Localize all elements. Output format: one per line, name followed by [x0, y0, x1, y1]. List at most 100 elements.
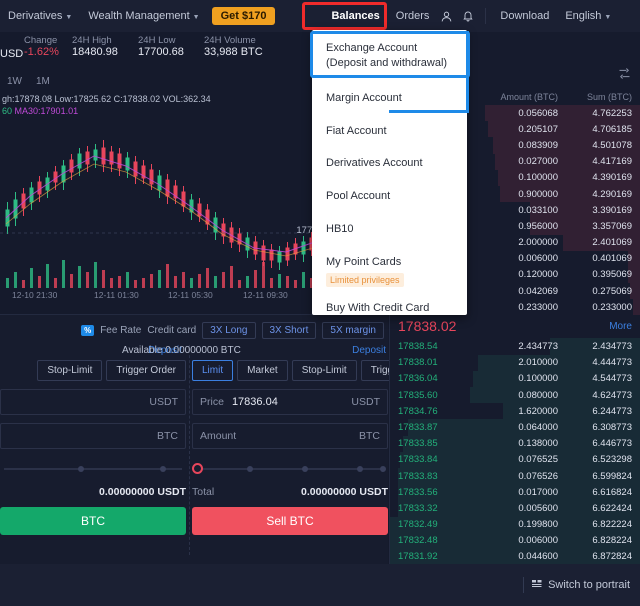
row-sum: 0.395069 — [592, 269, 632, 281]
highlight-connector-horizontal — [389, 110, 469, 113]
sell-tab-market[interactable]: Market — [237, 360, 288, 381]
slider-step-dot[interactable] — [357, 466, 363, 472]
row-amount: 0.006000 — [518, 535, 558, 547]
slider-step-dot[interactable] — [380, 466, 386, 472]
bid-row[interactable]: 17833.85 0.138000 6.446773 — [390, 435, 640, 452]
sell-amount-slider[interactable] — [192, 462, 388, 476]
highlight-connector-vertical — [466, 31, 469, 113]
row-amount: 0.120000 — [518, 269, 558, 281]
user-icon[interactable] — [435, 5, 457, 27]
chevron-down-icon: ▼ — [192, 13, 200, 21]
buy-total-row: 0.00000000 USDT — [0, 486, 186, 498]
buy-order-type-tabs: Stop-Limit Trigger Order — [0, 360, 188, 381]
row-amount: 0.138000 — [518, 438, 558, 450]
pair-quote-label: USD — [0, 48, 24, 60]
layout-switch-icon — [531, 578, 543, 593]
bid-row[interactable]: 17836.04 0.100000 4.544773 — [390, 370, 640, 387]
fee-rate-link[interactable]: Fee Rate — [100, 325, 141, 336]
row-sum: 6.616824 — [592, 486, 632, 498]
row-price: 17833.32 — [398, 502, 438, 514]
row-sum: 6.828224 — [592, 535, 632, 547]
sell-btc-button[interactable]: Sell BTC — [192, 507, 388, 535]
stat-label-change: Change — [24, 35, 58, 46]
nav-item-download[interactable]: Download — [492, 10, 557, 22]
row-price: 17834.76 — [398, 405, 438, 417]
row-amount: 0.233000 — [518, 301, 558, 313]
x-axis-tick-label: 12-11 09:30 — [243, 290, 288, 300]
sell-price-label: Price — [200, 396, 224, 408]
timeframe-1w[interactable]: 1W — [0, 76, 29, 87]
nav-item-label: Wealth Management — [88, 10, 190, 22]
buy-tab-trigger-order[interactable]: Trigger Order — [106, 360, 186, 381]
row-sum: 2.434773 — [592, 341, 632, 353]
nav-item-label: English — [565, 10, 602, 22]
row-sum: 0.401069 — [592, 253, 632, 265]
sell-price-field[interactable]: Price 17836.04 USDT — [192, 389, 388, 415]
buy-price-field[interactable]: USDT — [0, 389, 186, 415]
bid-row[interactable]: 17838.54 2.434773 2.434773 — [390, 338, 640, 355]
bid-row[interactable]: 17833.87 0.064000 6.308773 — [390, 419, 640, 436]
row-price: 17838.54 — [398, 341, 438, 353]
book-layout-icon[interactable] — [617, 66, 632, 86]
bid-row[interactable]: 17834.76 1.620000 6.244773 — [390, 403, 640, 420]
sell-tab-stop-limit[interactable]: Stop-Limit — [291, 360, 357, 381]
switch-to-portrait-button[interactable]: Switch to portrait — [531, 578, 630, 593]
row-amount: 0.076526 — [518, 470, 558, 482]
bell-icon[interactable] — [457, 5, 479, 27]
slider-step-dot[interactable] — [247, 466, 253, 472]
timeframe-1m[interactable]: 1M — [29, 76, 57, 87]
buy-price-unit: USDT — [149, 396, 178, 408]
menu-item-my-point-cards[interactable]: My Point Cards Limited privileges — [312, 246, 467, 292]
leverage-3x-short-button[interactable]: 3X Short — [261, 321, 317, 339]
menu-item-pool-account[interactable]: Pool Account — [312, 180, 467, 213]
row-amount: 0.064000 — [518, 421, 558, 433]
balances-dropdown-menu: Exchange Account (Deposit and withdrawal… — [312, 30, 467, 315]
buy-tab-stop-limit[interactable]: Stop-Limit — [37, 360, 103, 381]
bid-row[interactable]: 17838.01 2.010000 4.444773 — [390, 354, 640, 371]
bid-row[interactable]: 17832.49 0.199800 6.822224 — [390, 516, 640, 533]
nav-item-wealth-management[interactable]: Wealth Management ▼ — [80, 10, 207, 22]
slider-step-dot[interactable] — [302, 466, 308, 472]
slider-step-dot[interactable] — [78, 466, 84, 472]
buy-btc-button[interactable]: BTC — [0, 507, 186, 535]
sell-amount-field[interactable]: Amount BTC — [192, 423, 388, 449]
deposit-link-sell[interactable]: Deposit — [192, 345, 388, 356]
column-header-sum: Sum (BTC) — [587, 92, 632, 102]
buy-amount-field[interactable]: BTC — [0, 423, 186, 449]
row-sum: 6.244773 — [592, 405, 632, 417]
stat-value-24h-volume: 33,988 BTC — [204, 46, 263, 58]
menu-item-hb10[interactable]: HB10 — [312, 213, 467, 246]
nav-item-orders[interactable]: Orders — [390, 10, 436, 22]
sell-price-unit: USDT — [351, 396, 380, 408]
panel-divider — [189, 345, 190, 555]
menu-item-buy-with-credit-card[interactable]: Buy With Credit Card — [312, 292, 467, 325]
sell-tab-limit[interactable]: Limit — [192, 360, 234, 381]
menu-item-derivatives-account[interactable]: Derivatives Account — [312, 147, 467, 180]
row-amount: 2.434773 — [518, 341, 558, 353]
leverage-3x-long-button[interactable]: 3X Long — [202, 321, 256, 339]
row-sum: 4.762253 — [592, 107, 632, 119]
bid-row[interactable]: 17835.60 0.080000 4.624773 — [390, 387, 640, 404]
bid-row[interactable]: 17833.83 0.076526 6.599824 — [390, 467, 640, 485]
depth-bar — [632, 299, 640, 316]
row-amount: 0.100000 — [518, 172, 558, 184]
promo-get-bonus-button[interactable]: Get $170 — [211, 7, 276, 25]
buy-order-form: Deposit Stop-Limit Trigger Order USDT BT… — [0, 345, 188, 535]
credit-card-link[interactable]: Credit card — [147, 325, 196, 336]
nav-item-derivatives[interactable]: Derivatives ▼ — [0, 10, 80, 22]
row-amount: 0.056068 — [518, 107, 558, 119]
nav-item-language[interactable]: English ▼ — [557, 10, 619, 22]
bid-row[interactable]: 17832.48 0.006000 6.828224 — [390, 532, 640, 549]
bid-row[interactable]: 17833.84 0.076525 6.523298 — [390, 451, 640, 468]
slider-step-dot[interactable] — [160, 466, 166, 472]
nav-item-balances[interactable]: Balances — [321, 10, 389, 22]
more-link[interactable]: More — [609, 321, 632, 332]
buy-amount-slider[interactable] — [0, 462, 186, 476]
bid-row[interactable]: 17833.56 0.017000 6.616824 — [390, 484, 640, 501]
stat-label-24h-high: 24H High — [72, 35, 112, 46]
slider-knob[interactable] — [192, 463, 203, 474]
bid-row[interactable]: 17833.32 0.005600 6.622424 — [390, 500, 640, 517]
menu-item-exchange-account[interactable]: Exchange Account (Deposit and withdrawal… — [312, 30, 467, 82]
menu-item-fiat-account[interactable]: Fiat Account — [312, 115, 467, 148]
bid-row[interactable]: 17831.92 0.044600 6.872824 — [390, 548, 640, 566]
